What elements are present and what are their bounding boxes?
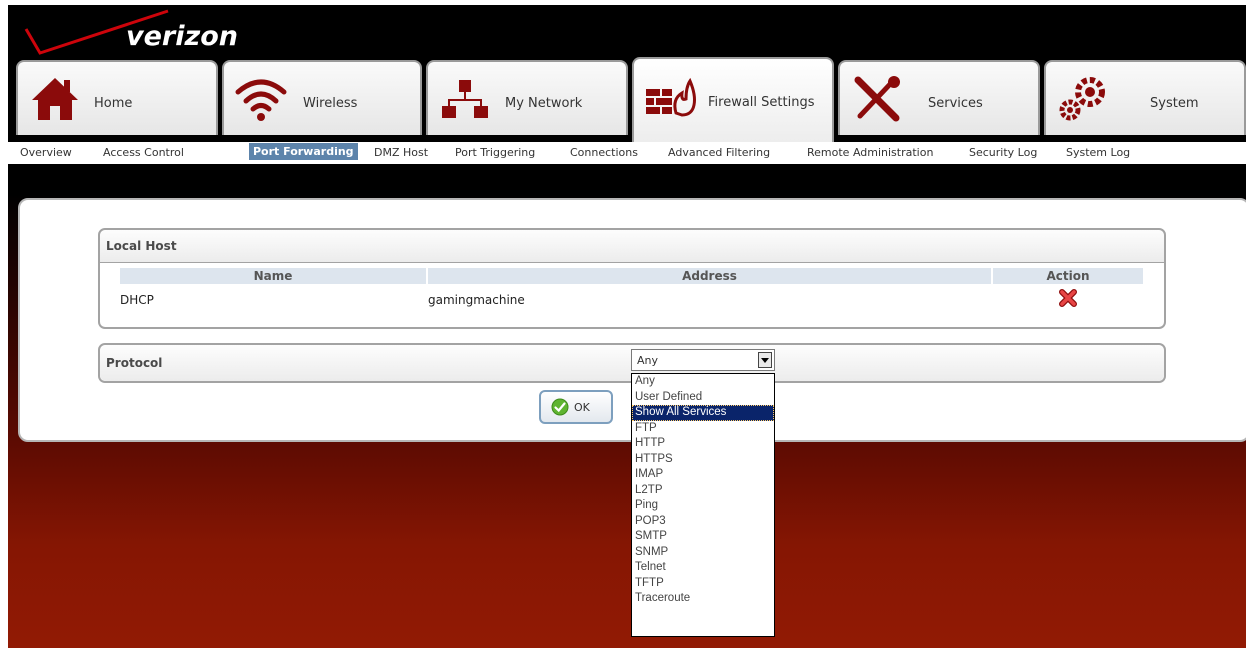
protocol-option-any[interactable]: Any bbox=[632, 374, 774, 390]
subnav-advanced-filtering[interactable]: Advanced Filtering bbox=[668, 146, 770, 159]
subnav-security-log[interactable]: Security Log bbox=[969, 146, 1037, 159]
subnav-bar: Overview Access Control Port Forwarding … bbox=[8, 142, 1246, 164]
protocol-option-traceroute[interactable]: Traceroute bbox=[632, 591, 774, 607]
tab-firewall-label: Firewall Settings bbox=[708, 95, 815, 110]
tab-my-network-label: My Network bbox=[505, 96, 583, 111]
subnav-system-log[interactable]: System Log bbox=[1066, 146, 1130, 159]
tab-system[interactable]: System bbox=[1044, 60, 1246, 135]
local-host-title: Local Host bbox=[100, 230, 1164, 263]
tab-services[interactable]: Services bbox=[838, 60, 1040, 135]
protocol-option-https[interactable]: HTTPS bbox=[632, 452, 774, 468]
protocol-option-l2tp[interactable]: L2TP bbox=[632, 483, 774, 499]
gears-icon bbox=[1059, 77, 1105, 121]
tools-icon bbox=[854, 76, 900, 122]
protocol-option-ping[interactable]: Ping bbox=[632, 498, 774, 514]
protocol-option-snmp[interactable]: SNMP bbox=[632, 545, 774, 561]
tab-wireless[interactable]: Wireless bbox=[222, 60, 422, 135]
verizon-logo: verizon bbox=[18, 9, 258, 59]
protocol-option-telnet[interactable]: Telnet bbox=[632, 560, 774, 576]
protocol-option-tftp[interactable]: TFTP bbox=[632, 576, 774, 592]
local-host-group: Local Host Name Address Action DHCP gami… bbox=[98, 228, 1166, 329]
column-header-name: Name bbox=[120, 268, 426, 284]
check-circle-icon bbox=[551, 398, 569, 416]
host-address-cell: gamingmachine bbox=[428, 292, 525, 307]
tab-home[interactable]: Home bbox=[16, 60, 218, 135]
column-header-address: Address bbox=[428, 268, 991, 284]
ok-button-label: OK bbox=[574, 401, 590, 414]
host-action-cell bbox=[993, 286, 1143, 311]
tab-wireless-label: Wireless bbox=[303, 96, 358, 111]
table-row: DHCP gamingmachine bbox=[120, 286, 1143, 311]
protocol-select[interactable]: Any bbox=[631, 349, 775, 371]
ok-button[interactable]: OK bbox=[539, 390, 613, 424]
tab-firewall-settings[interactable]: Firewall Settings bbox=[632, 57, 834, 142]
subnav-connections[interactable]: Connections bbox=[570, 146, 638, 159]
router-frame: verizon Home Wireless My Network Firewal… bbox=[8, 5, 1246, 648]
protocol-dropdown-list[interactable]: Any User Defined Show All Services FTP H… bbox=[631, 373, 775, 637]
tab-my-network[interactable]: My Network bbox=[426, 60, 628, 135]
subnav-port-triggering[interactable]: Port Triggering bbox=[455, 146, 535, 159]
tab-system-label: System bbox=[1150, 96, 1199, 111]
protocol-option-http[interactable]: HTTP bbox=[632, 436, 774, 452]
network-icon bbox=[442, 80, 488, 118]
protocol-option-smtp[interactable]: SMTP bbox=[632, 529, 774, 545]
protocol-select-value: Any bbox=[637, 354, 659, 367]
wireless-icon bbox=[235, 79, 287, 121]
table-header-row: Name Address Action bbox=[120, 268, 1143, 284]
chevron-down-icon[interactable] bbox=[758, 352, 772, 368]
subnav-overview[interactable]: Overview bbox=[20, 146, 72, 159]
subnav-access-control[interactable]: Access Control bbox=[103, 146, 184, 159]
delete-x-icon[interactable] bbox=[1058, 288, 1078, 308]
local-host-table: Name Address Action DHCP gamingmachine bbox=[118, 266, 1145, 313]
protocol-option-show-all-services[interactable]: Show All Services bbox=[632, 405, 774, 421]
home-icon bbox=[32, 78, 78, 120]
subnav-remote-administration[interactable]: Remote Administration bbox=[807, 146, 933, 159]
protocol-option-imap[interactable]: IMAP bbox=[632, 467, 774, 483]
column-header-action: Action bbox=[993, 268, 1143, 284]
protocol-option-pop3[interactable]: POP3 bbox=[632, 514, 774, 530]
subnav-dmz-host[interactable]: DMZ Host bbox=[374, 146, 428, 159]
logo-text: verizon bbox=[126, 21, 238, 52]
tab-home-label: Home bbox=[94, 96, 133, 111]
protocol-option-ftp[interactable]: FTP bbox=[632, 421, 774, 437]
host-name-cell: DHCP bbox=[120, 292, 154, 307]
firewall-icon bbox=[646, 77, 696, 117]
subnav-port-forwarding[interactable]: Port Forwarding bbox=[249, 143, 358, 160]
protocol-option-user-defined[interactable]: User Defined bbox=[632, 390, 774, 406]
tab-services-label: Services bbox=[928, 96, 983, 111]
